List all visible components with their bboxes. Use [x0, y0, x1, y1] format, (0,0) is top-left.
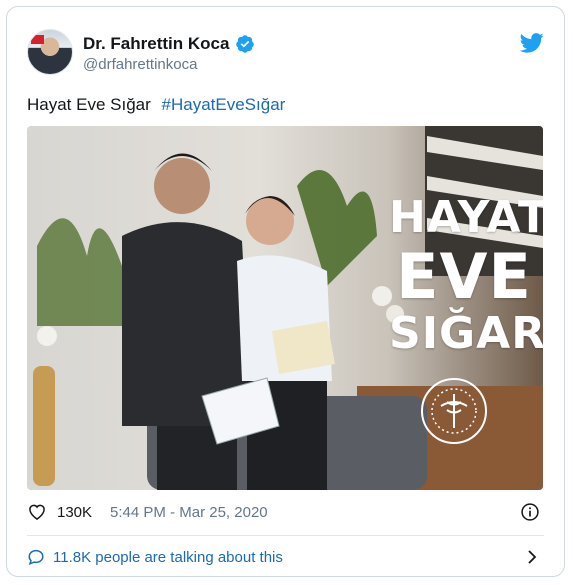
heart-icon[interactable] [27, 502, 47, 522]
footer-divider [27, 535, 544, 536]
info-icon[interactable] [520, 502, 540, 522]
like-count[interactable]: 130K [57, 504, 92, 521]
twitter-bird-icon[interactable] [520, 33, 544, 53]
overlay-line1: HAYAT [389, 192, 543, 243]
author-name-row[interactable]: Dr. Fahrettin Koca [83, 34, 255, 54]
tweet-body: Hayat Eve Sığar [27, 95, 151, 114]
tweet-card[interactable]: Dr. Fahrettin Koca @drfahrettinkoca Haya… [6, 6, 565, 577]
overlay-line2: EVE [396, 240, 532, 313]
conversation-label[interactable]: 11.8K people are talking about this [53, 549, 283, 566]
tweet-timestamp[interactable]: 5:44 PM - Mar 25, 2020 [110, 504, 268, 521]
tweet-text: Hayat Eve Sığar #HayatEveSığar [27, 95, 285, 115]
hashtag-link[interactable]: #HayatEveSığar [162, 95, 286, 114]
flag-icon [31, 35, 44, 44]
speech-bubble-icon [28, 549, 44, 566]
chevron-right-icon[interactable] [524, 549, 540, 565]
campaign-overlay: HAYAT EVE SIĞAR [389, 192, 543, 359]
ministry-seal-icon [421, 378, 487, 444]
author-name[interactable]: Dr. Fahrettin Koca [83, 34, 229, 54]
overlay-line3: SIĞAR [389, 308, 543, 359]
verified-badge-icon [236, 35, 255, 53]
tweet-meta: 130K 5:44 PM - Mar 25, 2020 [27, 502, 268, 522]
tweet-photo[interactable]: HAYAT EVE SIĞAR [27, 126, 543, 490]
conversation-link[interactable]: 11.8K people are talking about this [27, 548, 283, 566]
author-handle[interactable]: @drfahrettinkoca [83, 56, 197, 73]
author-avatar[interactable] [27, 29, 73, 75]
